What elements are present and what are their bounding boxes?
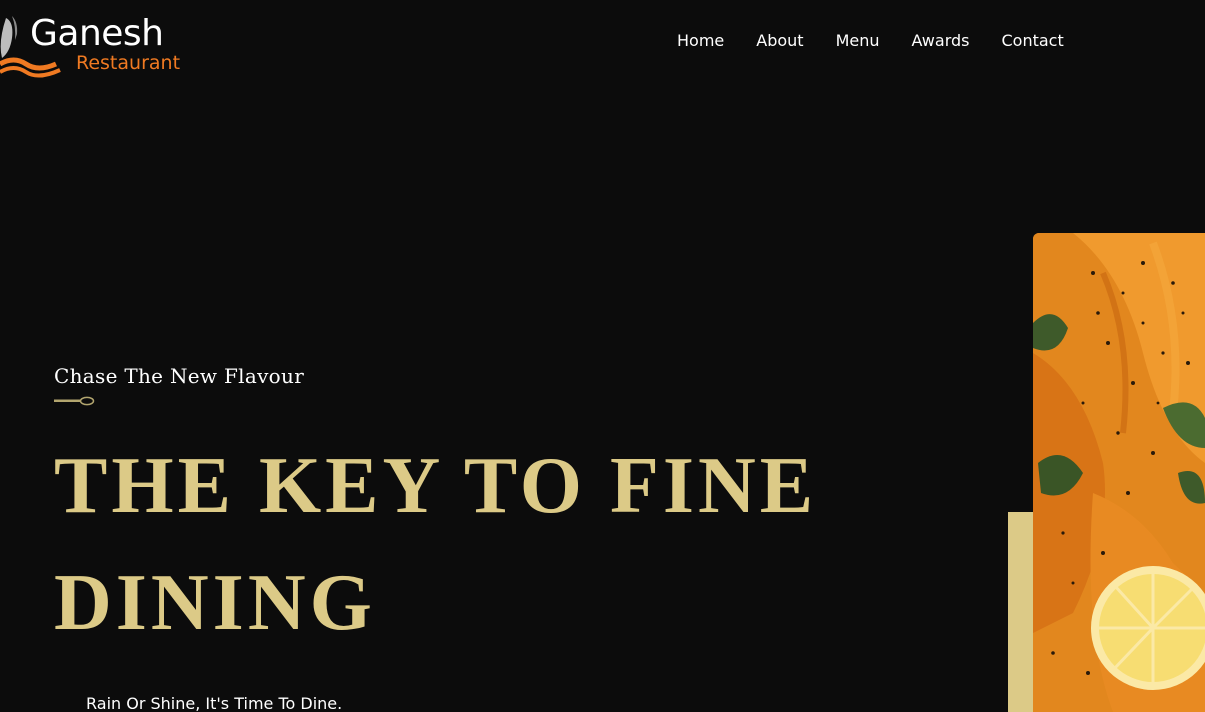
- spoon-icon: [54, 396, 95, 406]
- nav-awards[interactable]: Awards: [896, 30, 986, 52]
- brand-subtitle: Restaurant: [76, 52, 181, 74]
- nav-contact[interactable]: Contact: [985, 30, 1079, 52]
- gold-accent-block: [1008, 512, 1034, 712]
- hero-tagline: Rain Or Shine, It's Time To Dine.: [86, 694, 343, 712]
- brand-logo[interactable]: Ganesh Restaurant: [0, 8, 210, 78]
- nav-menu[interactable]: Menu: [820, 30, 896, 52]
- food-dish-photo: [1033, 233, 1205, 712]
- main-nav: Home About Menu Awards Contact: [661, 30, 1080, 52]
- nav-home[interactable]: Home: [661, 30, 740, 52]
- hero-eyebrow: Chase The New Flavour: [54, 364, 305, 388]
- brand-name: Ganesh: [30, 13, 164, 54]
- food-illustration: [1033, 233, 1205, 712]
- nav-about[interactable]: About: [740, 30, 819, 52]
- hero-title: THE KEY TO FINE DINING: [54, 442, 818, 647]
